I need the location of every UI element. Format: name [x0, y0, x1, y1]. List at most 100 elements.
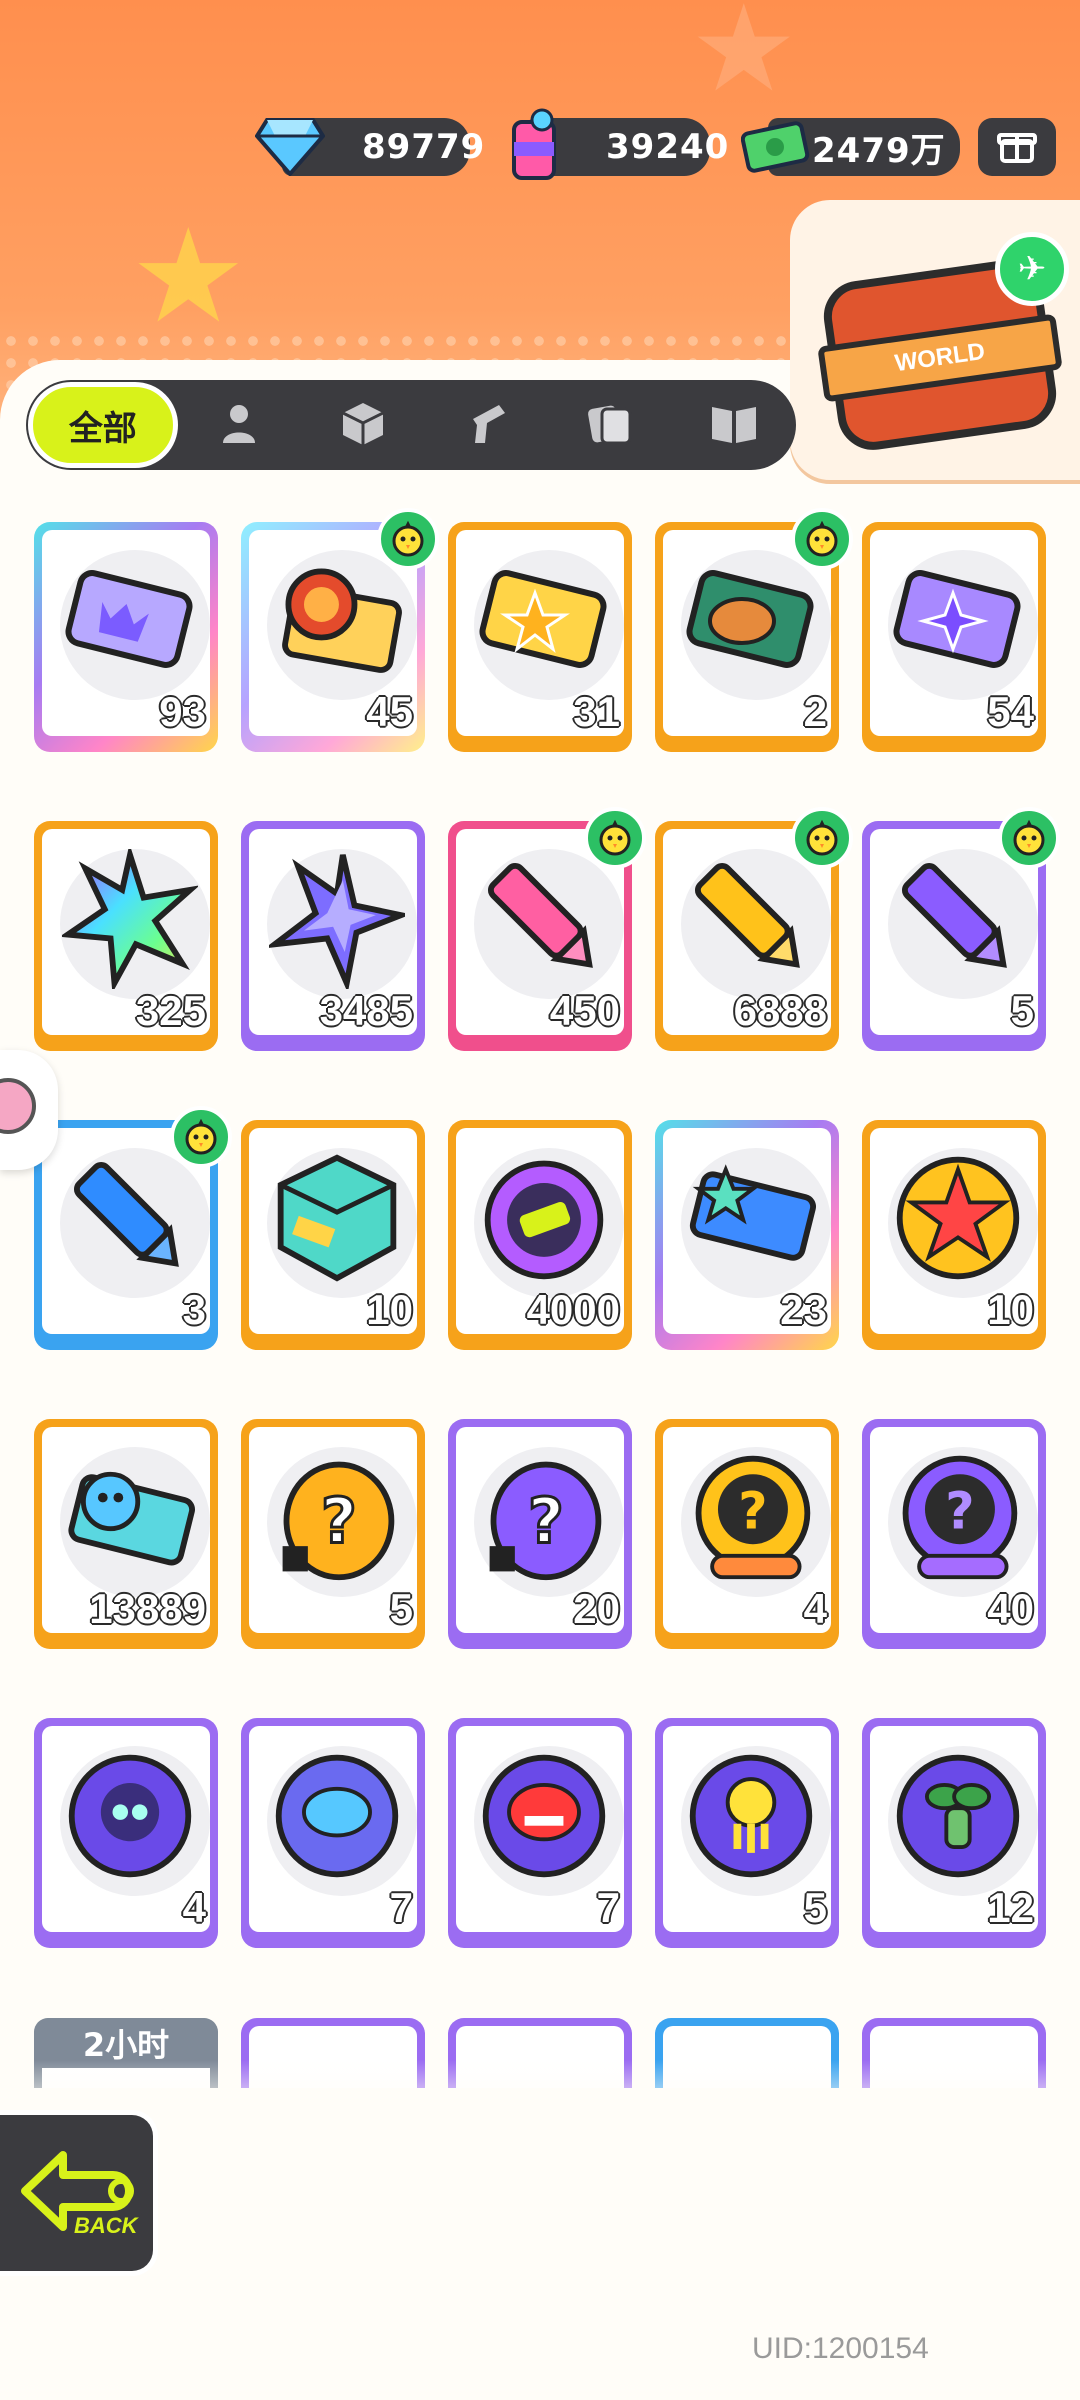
side-drawer-tab[interactable]	[0, 1050, 58, 1170]
item-card-bread-ticket[interactable]: 2	[655, 508, 853, 752]
item-card-inner: 10	[249, 1128, 417, 1334]
rainbow-star-icon	[62, 849, 198, 989]
deity-gold-icon: ?	[683, 1449, 819, 1585]
item-card-inner: 7	[456, 1726, 624, 1932]
fish-orb-icon	[269, 1748, 405, 1884]
mystery-egg-gold-icon: ?	[269, 1449, 405, 1585]
chick-badge-icon	[791, 508, 853, 570]
item-card-star-badge[interactable]: 10	[862, 1120, 1046, 1350]
item-card-gold-egg[interactable]: ? 5	[241, 1419, 425, 1649]
tab-all[interactable]: 全部	[28, 382, 178, 468]
item-card-jelly-pet-orb[interactable]: 5	[655, 1718, 839, 1948]
item-count: 3	[182, 1285, 207, 1334]
paint-can-icon	[492, 104, 576, 188]
yellow-crayon-icon	[683, 851, 819, 987]
item-card-season-ticket[interactable]: 13889	[34, 1419, 218, 1649]
piranha-orb-icon	[476, 1748, 612, 1884]
star-decoration-icon: ★	[130, 200, 247, 352]
paint-value: 39240	[606, 127, 730, 167]
item-card-inner: 10	[870, 1128, 1038, 1334]
sparkle-ticket-icon	[890, 552, 1026, 688]
item-card-purple-deity[interactable]: ? 40	[862, 1419, 1046, 1649]
item-count: 450	[549, 986, 621, 1035]
item-card-lottery-ticket[interactable]: 23	[655, 1120, 839, 1350]
item-card-cool-badge[interactable]: 4000	[448, 1120, 632, 1350]
item-card-inner: ? 5	[249, 1427, 417, 1633]
item-card-pink-crayon[interactable]: 450	[448, 807, 646, 1051]
item-card-rainbow-star[interactable]: 325	[34, 821, 218, 1051]
sprout-orb-icon	[890, 1748, 1026, 1884]
star-decoration-icon: ★	[690, 0, 798, 119]
item-count: 5	[803, 1883, 828, 1932]
item-count: 6888	[733, 986, 828, 1035]
item-card-sprout-pet-orb[interactable]: 12	[862, 1718, 1046, 1948]
deity-purple-icon: ?	[890, 1449, 1026, 1585]
cool-badge-icon	[476, 1150, 612, 1286]
item-count: 4	[182, 1883, 207, 1932]
item-card-gold-deity[interactable]: ? 4	[655, 1419, 839, 1649]
item-card-inner: 7	[249, 1726, 417, 1932]
item-card-inner: 23	[663, 1128, 831, 1334]
bat-orb-icon	[62, 1748, 198, 1884]
item-count: 325	[135, 986, 207, 1035]
cards-icon	[586, 399, 634, 451]
item-card-lion-ticket[interactable]: 45	[241, 508, 439, 752]
item-card-bat-pet-orb[interactable]: 4	[34, 1718, 218, 1948]
item-count: 31	[572, 687, 621, 736]
ticket-crown-icon	[62, 552, 198, 688]
user-id: UID:1200154	[752, 2332, 929, 2365]
lottery-ticket-icon	[683, 1150, 819, 1286]
diamond-icon	[248, 104, 332, 188]
item-card-purple-crayon[interactable]: 5	[862, 807, 1060, 1051]
paint-counter[interactable]: 39240	[512, 108, 728, 180]
item-count: 10	[365, 1285, 414, 1334]
item-card-inner: 93	[42, 530, 210, 736]
item-card-blue-crayon[interactable]: 3	[34, 1106, 232, 1350]
item-count: 54	[986, 687, 1035, 736]
item-count: 12	[986, 1883, 1035, 1932]
item-card-inner: 12	[870, 1726, 1038, 1932]
item-card-purple-ticket[interactable]: 93	[34, 522, 218, 752]
item-card-gold-ticket[interactable]: 31	[448, 522, 632, 752]
item-card-inner: 54	[870, 530, 1038, 736]
item-card-yellow-crayon[interactable]: 6888	[655, 807, 853, 1051]
mystery-egg-purple-icon: ?	[476, 1449, 612, 1585]
lion-ticket-icon	[269, 552, 405, 688]
tab-books[interactable]	[672, 380, 796, 470]
gift-button[interactable]	[978, 118, 1056, 176]
tab-boxes[interactable]	[301, 380, 425, 470]
item-card-purple-egg[interactable]: ? 20	[448, 1419, 632, 1649]
svg-text:?: ?	[945, 1482, 974, 1541]
star-ticket-icon	[476, 552, 612, 688]
item-count: 4000	[526, 1285, 621, 1334]
item-count: 23	[779, 1285, 828, 1334]
item-card-fish-pet-orb[interactable]: 7	[241, 1718, 425, 1948]
diamond-counter[interactable]: 89779	[255, 118, 484, 176]
chick-badge-icon	[998, 807, 1060, 869]
svg-text:?: ?	[528, 1484, 564, 1557]
item-card-violet-ticket[interactable]: 54	[862, 522, 1046, 752]
cash-counter[interactable]: 2479万	[741, 118, 960, 176]
item-count: 10	[986, 1285, 1035, 1334]
item-card-purple-star[interactable]: 3485	[241, 821, 425, 1051]
plane-icon: ✈	[995, 232, 1069, 306]
back-button[interactable]: BACK	[0, 2110, 158, 2276]
item-count: 7	[596, 1883, 621, 1932]
item-grid: 93 45 31 2 54 325 3485 450 6888 5 3 10 4000 23 10 13889…	[34, 508, 1060, 1948]
svg-text:?: ?	[738, 1482, 767, 1541]
tab-weapons[interactable]	[425, 380, 549, 470]
item-card-inner: 3485	[249, 829, 417, 1035]
tab-cards[interactable]	[549, 380, 673, 470]
item-card-color-block[interactable]: 10	[241, 1120, 425, 1350]
bread-ticket-icon	[683, 552, 819, 688]
item-card-piranha-pet-orb[interactable]: 7	[448, 1718, 632, 1948]
cash-icon	[734, 104, 818, 188]
purple-star-icon	[269, 851, 405, 989]
item-count: 7	[389, 1883, 414, 1932]
diamond-value: 89779	[362, 127, 486, 167]
item-card-inner: ? 4	[663, 1427, 831, 1633]
gift-box-icon	[997, 125, 1037, 169]
tab-characters[interactable]	[178, 380, 302, 470]
item-count: 13889	[88, 1584, 207, 1633]
blue-crayon-icon	[62, 1150, 198, 1286]
